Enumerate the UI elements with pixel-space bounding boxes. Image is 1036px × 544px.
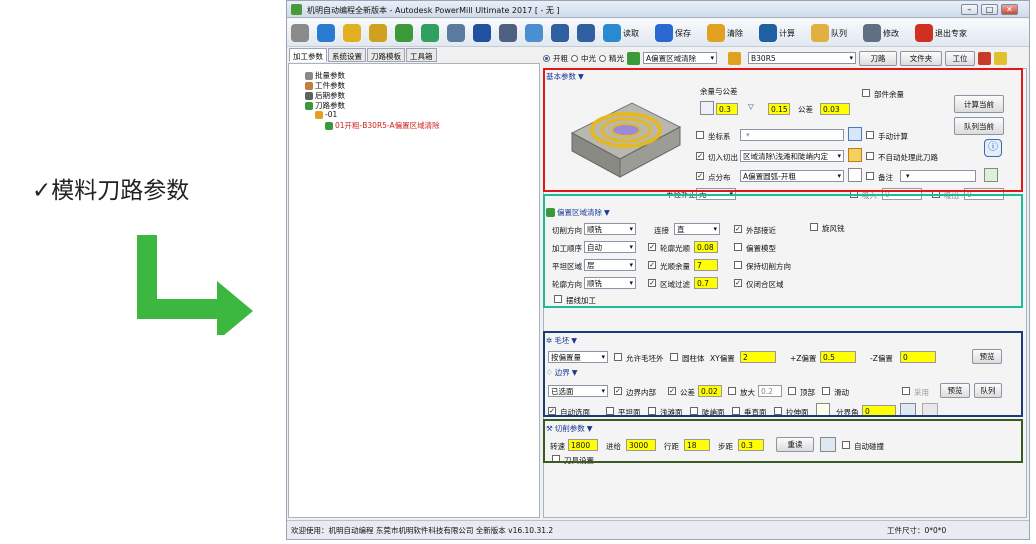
basic-highlight-box	[543, 68, 1023, 192]
toolbar-label: 读取	[623, 28, 639, 38]
tool-select[interactable]: B30R5	[748, 52, 856, 64]
toolbar-globe-button[interactable]	[317, 22, 335, 44]
strategy-icon	[627, 51, 640, 65]
title-bar: 机明自动编程全新版本 - Autodesk PowerMill Ultimate…	[287, 1, 1029, 18]
toolbar-read-button[interactable]: 读取	[603, 22, 639, 44]
toolbar-queue-button[interactable]: 队列	[811, 22, 847, 44]
tree-node-icon	[305, 91, 313, 100]
tree-node-label: -01	[325, 110, 338, 119]
tab-toolbox[interactable]: 工具箱	[406, 48, 437, 62]
toolbar-label: 队列	[831, 28, 847, 38]
status-right: 工件尺寸：0*0*0	[887, 526, 947, 535]
strategy-bar: 开粗 中光 精光 A偏置区域清除 B30R5 刀路 文件夹 工位	[543, 49, 1027, 67]
toolpath-button[interactable]: 刀路	[859, 50, 897, 66]
tree-node-icon	[325, 121, 333, 130]
toolbar-label: 清除	[727, 28, 743, 38]
semi-radio[interactable]	[571, 54, 578, 62]
folder-button[interactable]: 文件夹	[900, 50, 942, 66]
caption: ✓模料刀路参数	[32, 178, 190, 204]
save-icon	[655, 24, 673, 42]
folder-edit-icon	[369, 24, 387, 42]
read-icon	[603, 24, 621, 42]
toolbar-calc-button[interactable]: 计算	[759, 22, 795, 44]
calc-icon	[759, 24, 777, 42]
tab-path-templates[interactable]: 刀路模板	[367, 48, 405, 62]
offset-highlight-box	[543, 194, 1023, 308]
semi-label: 中光	[581, 53, 596, 63]
main-toolbar: 读取 保存 清除 计算 队列 修改 退出专家	[287, 19, 1029, 47]
globe-icon	[317, 24, 335, 42]
finish-label: 精光	[609, 53, 624, 63]
toolbar-save-button[interactable]: 保存	[655, 22, 691, 44]
first-icon	[551, 24, 569, 42]
app-window: 机明自动编程全新版本 - Autodesk PowerMill Ultimate…	[286, 0, 1030, 540]
toolbar-folder-edit-button[interactable]	[369, 22, 387, 44]
toolbar-arrow-in-button[interactable]	[473, 22, 491, 44]
maximize-button[interactable]: □	[981, 4, 998, 15]
toolbar-tool-button[interactable]	[447, 22, 465, 44]
toolbar-label: 计算	[779, 28, 795, 38]
tree-node-icon	[315, 110, 323, 119]
folder-check-icon	[343, 24, 361, 42]
status-bar: 欢迎使用：机明自动编程 东莞市机明软件科技有限公司 全新版本 v16.10.31…	[287, 520, 1029, 539]
tool-icon	[728, 51, 741, 65]
gear-icon	[291, 24, 309, 42]
toolbar-window-button[interactable]	[525, 22, 543, 44]
left-tabs: 加工参数 系统设置 刀路模板 工具箱	[287, 48, 540, 63]
close-button[interactable]: ✕	[1001, 4, 1018, 15]
minimize-button[interactable]: –	[961, 4, 978, 15]
path-icon	[499, 24, 517, 42]
tree-node-icon	[305, 101, 313, 110]
rough-radio[interactable]	[543, 54, 550, 62]
tree-node[interactable]: 01开粗-B30R5-A偏置区域清除	[325, 120, 440, 131]
tree-node-label: 01开粗-B30R5-A偏置区域清除	[335, 121, 440, 130]
add-path-icon[interactable]	[978, 51, 991, 65]
l-arrow-icon	[137, 235, 253, 335]
toolbar-exit-button[interactable]: 退出专家	[915, 22, 967, 44]
toolbar-folder-check-button[interactable]	[343, 22, 361, 44]
tree-node-icon	[305, 81, 313, 90]
status-left: 欢迎使用：机明自动编程 东莞市机明软件科技有限公司 全新版本 v16.10.31…	[291, 526, 554, 535]
toolbar-last-button[interactable]	[577, 22, 595, 44]
param-tree: 批量参数 工件参数 后期参数 刀路参数 -01 01开粗-B30R5-A偏置区域清除	[288, 63, 540, 518]
star-icon[interactable]	[994, 51, 1007, 65]
queue-icon	[811, 24, 829, 42]
toolbar-gear-button[interactable]	[291, 22, 309, 44]
app-icon	[291, 4, 302, 15]
toolbar-label: 修改	[883, 28, 899, 38]
toolbar-label: 保存	[675, 28, 691, 38]
edit-icon	[863, 24, 881, 42]
tree-node-icon	[305, 71, 313, 80]
last-icon	[577, 24, 595, 42]
tool-icon	[447, 24, 465, 42]
window-title: 机明自动编程全新版本 - Autodesk PowerMill Ultimate…	[307, 6, 560, 15]
rough-label: 开粗	[553, 53, 568, 63]
matrix-icon	[421, 24, 439, 42]
finish-radio[interactable]	[599, 54, 606, 62]
station-button[interactable]: 工位	[945, 50, 975, 66]
toolbar-path-button[interactable]	[499, 22, 517, 44]
toolbar-add-button[interactable]	[395, 22, 413, 44]
toolbar-label: 退出专家	[935, 28, 967, 38]
arrow-in-icon	[473, 24, 491, 42]
toolbar-edit-button[interactable]: 修改	[863, 22, 899, 44]
exit-icon	[915, 24, 933, 42]
tree-node[interactable]: -01	[315, 110, 337, 119]
tab-machining-params[interactable]: 加工参数	[289, 48, 327, 62]
toolbar-clear-button[interactable]: 清除	[707, 22, 743, 44]
window-icon	[525, 24, 543, 42]
toolbar-first-button[interactable]	[551, 22, 569, 44]
tab-system-settings[interactable]: 系统设置	[328, 48, 366, 62]
strategy-select[interactable]: A偏置区域清除	[643, 52, 717, 64]
clear-icon	[707, 24, 725, 42]
toolbar-matrix-button[interactable]	[421, 22, 439, 44]
cutting-highlight-box	[543, 419, 1023, 463]
blank-highlight-box	[543, 331, 1023, 417]
add-icon	[395, 24, 413, 42]
